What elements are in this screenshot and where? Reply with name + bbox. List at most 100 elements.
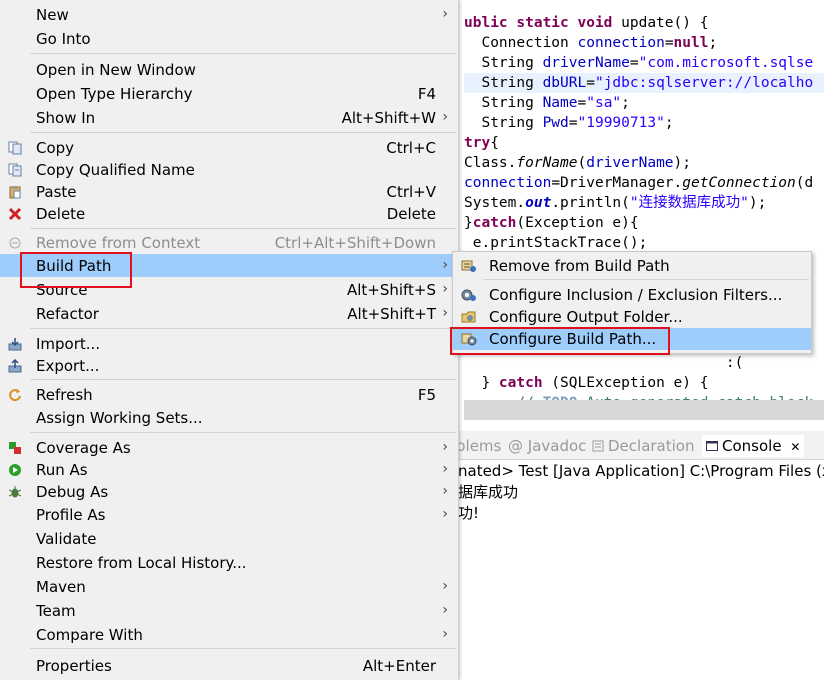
menu-item-run-as[interactable]: Run As ›	[0, 458, 458, 481]
code-line: String Pwd="19990713";	[464, 115, 674, 131]
console-icon	[706, 436, 718, 451]
chevron-right-icon: ›	[442, 483, 448, 499]
menu-item-label: Build Path	[36, 257, 112, 275]
menu-item-copy-qualified-name[interactable]: Copy Qualified Name	[0, 158, 458, 181]
context-menu: New › Go Into Open in New Window Open Type H…	[0, 0, 459, 680]
menu-item-go-into[interactable]: Go Into	[0, 27, 458, 50]
code-line: Class.forName(driverName);	[464, 155, 692, 171]
menu-item-compare-with[interactable]: Compare With ›	[0, 623, 458, 646]
menu-item-label: New	[36, 6, 69, 24]
submenu-item-remove-from-build-path[interactable]: Remove from Build Path	[453, 255, 811, 277]
export-icon	[8, 358, 22, 373]
menu-item-label: Properties	[36, 657, 112, 675]
menu-item-paste[interactable]: Paste Ctrl+V	[0, 180, 458, 203]
chevron-right-icon: ›	[442, 461, 448, 477]
declaration-icon	[592, 436, 604, 452]
code-line: Connection connection=null;	[464, 35, 718, 51]
menu-item-copy[interactable]: Copy Ctrl+C	[0, 136, 458, 159]
menu-item-label: Copy Qualified Name	[36, 161, 195, 179]
tab-javadoc[interactable]: @ Javadoc	[508, 435, 586, 457]
chevron-right-icon: ›	[442, 257, 448, 273]
menu-item-import[interactable]: Import...	[0, 332, 458, 355]
menu-item-shortcut: Ctrl+V	[386, 183, 436, 201]
submenu-item-configure-inclusion-exclusion-filters[interactable]: Configure Inclusion / Exclusion Filters.…	[453, 284, 811, 306]
submenu-item-label: Configure Inclusion / Exclusion Filters.…	[489, 286, 783, 304]
code-line: // TODO Auto-generated catch block	[464, 393, 824, 400]
menu-item-assign-working-sets[interactable]: Assign Working Sets...	[0, 406, 458, 429]
menu-item-debug-as[interactable]: Debug As ›	[0, 480, 458, 503]
menu-item-label: Export...	[36, 357, 100, 375]
code-line: String Name="sa";	[464, 95, 630, 111]
chevron-right-icon: ›	[442, 305, 448, 321]
menu-item-label: Paste	[36, 183, 77, 201]
code-line: String dbURL="jdbc:sqlserver://localho	[464, 73, 824, 93]
tab-problems[interactable]: blems	[456, 435, 501, 457]
menu-item-open-type-hierarchy[interactable]: Open Type Hierarchy F4	[0, 82, 458, 105]
menu-item-label: Go Into	[36, 30, 91, 48]
submenu-item-configure-build-path[interactable]: Configure Build Path...	[453, 328, 811, 350]
menu-item-restore-from-local-history[interactable]: Restore from Local History...	[0, 551, 458, 574]
console-header: nated> Test [Java Application] C:\Progra…	[458, 462, 824, 480]
menu-item-shortcut: Alt+Shift+S	[346, 281, 436, 299]
menu-item-maven[interactable]: Maven ›	[0, 575, 458, 598]
refresh-icon	[8, 388, 22, 402]
copy-icon	[8, 141, 22, 155]
tab-console[interactable]: Console ✕	[702, 435, 805, 457]
console-line: 功!	[458, 504, 480, 522]
configure-filters-icon	[461, 288, 477, 302]
menu-item-new[interactable]: New ›	[0, 3, 458, 26]
menu-item-label: Remove from Context	[36, 234, 201, 252]
menu-item-label: Refactor	[36, 305, 99, 323]
menu-item-source[interactable]: Source Alt+Shift+S ›	[0, 278, 458, 301]
menu-item-delete[interactable]: Delete Delete	[0, 202, 458, 225]
submenu-item-label: Configure Output Folder...	[489, 308, 683, 326]
submenu-item-configure-output-folder[interactable]: Configure Output Folder...	[453, 306, 811, 328]
menu-item-label: Profile As	[36, 506, 106, 524]
menu-item-label: Import...	[36, 335, 101, 353]
menu-item-remove-from-context[interactable]: Remove from Context Ctrl+Alt+Shift+Down	[0, 231, 458, 254]
menu-separator	[30, 379, 456, 380]
submenu-item-label: Configure Build Path...	[489, 330, 657, 348]
console-output[interactable]: nated> Test [Java Application] C:\Progra…	[456, 460, 824, 680]
console-line: 据库成功	[458, 483, 519, 501]
close-icon[interactable]: ✕	[790, 440, 800, 454]
code-line: try{	[464, 135, 499, 151]
menu-item-label: Refresh	[36, 386, 93, 404]
menu-item-validate[interactable]: Validate	[0, 527, 458, 550]
menu-item-profile-as[interactable]: Profile As ›	[0, 503, 458, 526]
menu-item-open-in-new-window[interactable]: Open in New Window	[0, 58, 458, 81]
chevron-right-icon: ›	[442, 439, 448, 455]
code-line: ublic static void update() {	[464, 15, 709, 31]
editor-horizontal-scrollbar[interactable]	[464, 400, 824, 420]
menu-item-properties[interactable]: Properties Alt+Enter	[0, 654, 458, 677]
remove-context-icon	[8, 236, 22, 250]
coverage-icon	[8, 441, 22, 455]
output-folder-icon	[461, 310, 477, 324]
run-icon	[8, 463, 22, 477]
menu-item-label: Show In	[36, 109, 96, 127]
menu-item-label: Compare With	[36, 626, 143, 644]
submenu-item-label: Remove from Build Path	[489, 257, 670, 275]
menu-item-coverage-as[interactable]: Coverage As ›	[0, 436, 458, 459]
menu-item-label: Debug As	[36, 483, 109, 501]
code-line: e.printStackTrace();	[464, 235, 648, 251]
menu-item-build-path[interactable]: Build Path ›	[0, 254, 458, 277]
menu-item-label: Team	[36, 602, 76, 620]
menu-item-show-in[interactable]: Show In Alt+Shift+W ›	[0, 106, 458, 129]
remove-build-path-icon	[461, 259, 477, 273]
menu-item-export[interactable]: Export...	[0, 354, 458, 377]
chevron-right-icon: ›	[442, 626, 448, 642]
code-line: connection=DriverManager.getConnection(d	[464, 175, 814, 191]
menu-item-refactor[interactable]: Refactor Alt+Shift+T ›	[0, 302, 458, 325]
menu-item-label: Assign Working Sets...	[36, 409, 203, 427]
chevron-right-icon: ›	[442, 281, 448, 297]
menu-separator	[30, 53, 456, 54]
tab-declaration[interactable]: Declaration	[592, 435, 694, 457]
debug-icon	[8, 485, 22, 499]
copy-qualified-icon	[8, 163, 22, 177]
menu-item-team[interactable]: Team ›	[0, 599, 458, 622]
menu-item-shortcut: Ctrl+C	[386, 139, 436, 157]
paste-icon	[8, 185, 22, 199]
menu-item-refresh[interactable]: Refresh F5	[0, 383, 458, 406]
code-line: System.out.println("连接数据库成功");	[464, 195, 767, 211]
